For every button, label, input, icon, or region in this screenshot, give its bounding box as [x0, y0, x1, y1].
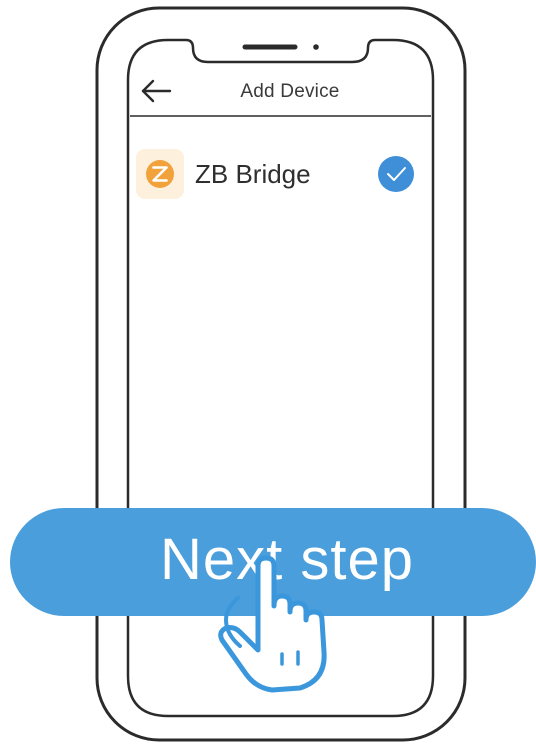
next-step-label: Next step: [160, 527, 414, 592]
back-button[interactable]: [138, 74, 178, 108]
device-select-checkbox[interactable]: [376, 155, 416, 193]
phone-frame: [95, 6, 467, 742]
page-title: Add Device: [240, 81, 340, 102]
camera-dot: [313, 44, 319, 50]
device-name: ZB Bridge: [195, 159, 311, 189]
